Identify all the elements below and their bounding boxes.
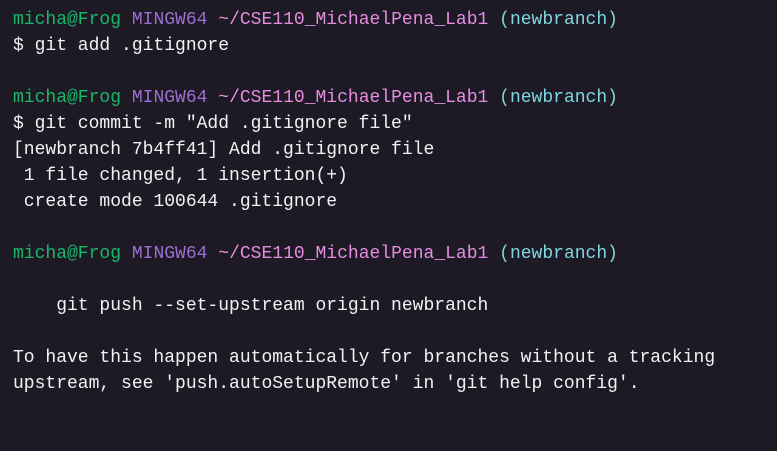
prompt-branch: (newbranch) <box>499 88 618 108</box>
output-line: create mode 100644 .gitignore <box>13 192 338 212</box>
output-line: To have this happen automatically for br… <box>13 348 716 368</box>
prompt-system: MINGW64 <box>131 10 208 30</box>
prompt-path: ~/CSE110_MichaelPena_Lab1 <box>218 244 489 264</box>
output-line: upstream, see 'push.autoSetupRemote' in … <box>13 374 640 394</box>
output-line: 1 file changed, 1 insertion(+) <box>13 166 348 186</box>
prompt-line: micha@Frog MINGW64 ~/CSE110_MichaelPena_… <box>13 7 715 33</box>
terminal-output[interactable]: micha@Frog MINGW64 ~/CSE110_MichaelPena_… <box>13 7 715 397</box>
prompt-branch: (newbranch) <box>499 10 618 30</box>
prompt-line: micha@Frog MINGW64 ~/CSE110_MichaelPena_… <box>13 85 715 111</box>
prompt-user: micha@Frog <box>13 10 122 30</box>
command-line: $ git add .gitignore <box>13 36 230 56</box>
prompt-path: ~/CSE110_MichaelPena_Lab1 <box>218 88 489 108</box>
prompt-user: micha@Frog <box>13 244 122 264</box>
command-line: $ git commit -m "Add .gitignore file" <box>13 114 413 134</box>
prompt-user: micha@Frog <box>13 88 122 108</box>
prompt-path: ~/CSE110_MichaelPena_Lab1 <box>218 10 489 30</box>
prompt-system: MINGW64 <box>131 88 208 108</box>
output-line: git push --set-upstream origin newbranch <box>13 296 489 316</box>
prompt-line: micha@Frog MINGW64 ~/CSE110_MichaelPena_… <box>13 241 715 267</box>
prompt-system: MINGW64 <box>131 244 208 264</box>
prompt-branch: (newbranch) <box>499 244 618 264</box>
output-line: [newbranch 7b4ff41] Add .gitignore file <box>13 140 435 160</box>
